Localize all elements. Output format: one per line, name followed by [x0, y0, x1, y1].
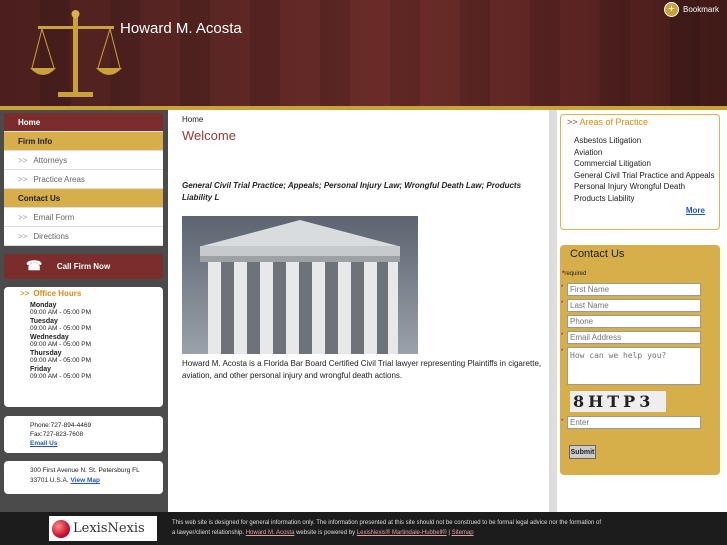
nav-attorneys[interactable]: >> Attorneys	[4, 151, 163, 170]
areas-list: Asbestos Litigation Aviation Commercial …	[574, 135, 715, 204]
sitemap-link[interactable]: Sitemap	[452, 530, 474, 536]
required-text: required	[564, 271, 587, 277]
nav-directions-label: Directions	[33, 232, 69, 241]
hours-day: Friday	[30, 366, 52, 373]
call-now-label: Call Firm Now	[56, 262, 111, 271]
more-link[interactable]: More	[686, 206, 705, 215]
first-name-input[interactable]	[567, 283, 701, 296]
firm-link[interactable]: Howard M. Acosta	[246, 530, 295, 536]
lexisnexis-wordmark: LexisNexis	[73, 521, 145, 536]
required-star: *	[561, 301, 564, 307]
firm-name: Howard M. Acosta	[120, 20, 242, 37]
phone-input[interactable]	[567, 315, 701, 328]
email-us-link[interactable]: Email Us	[30, 440, 57, 447]
submit-button[interactable]: Submit	[569, 445, 596, 459]
chevron-right-icon: >>	[18, 232, 28, 241]
phone-icon: ☎	[26, 258, 43, 273]
intro-paragraph: Howard M. Acosta is a Florida Bar Board …	[182, 359, 542, 380]
footer-disclaimer: This web site is designed for general in…	[172, 518, 672, 538]
scales-of-justice-logo	[30, 10, 122, 97]
contact-form-title: Contact Us	[570, 248, 625, 260]
required-star: *	[561, 333, 564, 339]
nav-directions[interactable]: >> Directions	[4, 227, 163, 246]
main-content: Home Welcome General Civil Trial Practic…	[168, 110, 549, 512]
bookmark-label: Bookmark	[682, 5, 719, 14]
chevron-right-icon: >>	[18, 156, 28, 165]
contact-info-box: Phone:727-894-4469 Fax:727-823-7608 Emai…	[4, 416, 163, 453]
plus-icon: +	[663, 2, 679, 17]
hours-day: Wednesday	[30, 334, 69, 341]
required-star: *	[561, 349, 564, 355]
main-nav: Home Firm Info >> Attorneys >> Practice Ar…	[4, 113, 163, 246]
address-line2: 33701 U.S.A.	[30, 477, 69, 484]
captcha-image: 8HTP3	[570, 391, 666, 412]
content-divider	[549, 110, 557, 512]
nav-contact-us[interactable]: Contact Us	[4, 189, 163, 208]
list-item[interactable]: Aviation	[574, 147, 715, 159]
areas-of-practice-box: >> Areas of Practice Asbestos Litigation …	[560, 114, 720, 230]
courthouse-photo	[182, 216, 418, 354]
lexisnexis-logo[interactable]: LexisNexis	[49, 516, 157, 541]
hours-day: Tuesday	[30, 318, 58, 325]
address-line2-wrap: 33701 U.S.A. View Map	[30, 476, 163, 486]
left-sidebar: Home Firm Info >> Attorneys >> Practice Ar…	[0, 110, 168, 512]
chevron-right-icon: >>	[20, 289, 30, 298]
site-footer: LexisNexis This web site is designed for…	[0, 512, 727, 545]
page-title: Welcome	[182, 128, 236, 143]
footer-separator: |	[448, 530, 450, 536]
disclaimer-text: This web site is designed for general in…	[172, 520, 602, 526]
fax-number: Fax:727-823-7608	[30, 431, 84, 438]
contact-form: Contact Us *required * * * * 8HTP3 * Sub…	[560, 245, 720, 475]
hours-time: 09:00 AM - 05:00 PM	[30, 325, 92, 332]
chevron-right-icon: >>	[18, 175, 28, 184]
office-hours-title: >> Office Hours	[20, 289, 163, 298]
bookmark-button[interactable]: + Bookmark	[663, 2, 719, 17]
last-name-input[interactable]	[567, 299, 701, 312]
breadcrumb: Home	[182, 115, 204, 124]
hours-time: 09:00 AM - 05:00 PM	[30, 309, 92, 316]
list-item[interactable]: General Civil Trial Practice and Appeals	[574, 170, 715, 182]
email-input[interactable]	[567, 331, 701, 344]
hours-day: Thursday	[30, 350, 62, 357]
required-star: *	[561, 419, 564, 425]
lexisnexis-link[interactable]: LexisNexis® Martindale-Hubbell®	[357, 530, 447, 536]
nav-email-form[interactable]: >> Email Form	[4, 208, 163, 227]
view-map-link[interactable]: View Map	[70, 477, 100, 484]
nav-attorneys-label: Attorneys	[33, 156, 68, 165]
powered-by-text: website is powered by	[296, 530, 356, 536]
disclaimer-text: a lawyer/client relationship.	[172, 530, 245, 536]
call-firm-now-button[interactable]: ☎ Call Firm Now	[4, 254, 163, 279]
nav-home[interactable]: Home	[4, 113, 163, 132]
address-line1: 300 First Avenue N. St. Petersburg FL	[30, 467, 140, 474]
chevron-right-icon: >>	[18, 213, 28, 222]
nav-practice-areas[interactable]: >> Practice Areas	[4, 170, 163, 189]
list-item[interactable]: Commercial Litigation	[574, 158, 715, 170]
required-star: *	[561, 285, 564, 291]
phone-number: Phone:727-894-4469	[30, 422, 92, 429]
hours-time: 09:00 AM - 05:00 PM	[30, 357, 92, 364]
nav-email-form-label: Email Form	[33, 213, 75, 222]
office-hours-box: >> Office Hours Monday 09:00 AM - 05:00 P…	[4, 287, 163, 407]
areas-title: >> Areas of Practice	[567, 117, 648, 127]
list-item[interactable]: Products Liability	[574, 193, 715, 205]
right-sidebar: >> Areas of Practice Asbestos Litigation …	[557, 110, 727, 512]
captcha-input[interactable]	[567, 416, 701, 429]
hours-time: 09:00 AM - 05:00 PM	[30, 373, 92, 380]
required-note: *required	[562, 271, 587, 277]
nav-firm-info[interactable]: Firm Info	[4, 132, 163, 151]
list-item[interactable]: Asbestos Litigation	[574, 135, 715, 147]
list-item[interactable]: Personal Injury Wrongful Death	[574, 181, 715, 193]
office-hours-title-text: Office Hours	[33, 289, 82, 298]
site-header: Howard M. Acosta + Bookmark	[0, 0, 727, 110]
areas-title-text: Areas of Practice	[579, 117, 649, 127]
address-box: 300 First Avenue N. St. Petersburg FL 33…	[4, 461, 163, 494]
hours-day: Monday	[30, 302, 57, 309]
practice-subheading: General Civil Trial Practice; Appeals; P…	[182, 181, 522, 202]
chevron-right-icon: >>	[567, 117, 578, 127]
hours-time: 09:00 AM - 05:00 PM	[30, 341, 92, 348]
nav-practice-areas-label: Practice Areas	[33, 175, 85, 184]
lexisnexis-globe-icon	[52, 519, 70, 538]
message-textarea[interactable]	[567, 347, 701, 385]
